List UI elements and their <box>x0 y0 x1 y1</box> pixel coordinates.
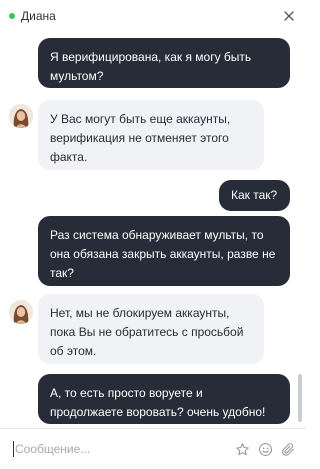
incoming-message: Нет, мы не блокируем аккаунты, пока Вы н… <box>38 294 264 364</box>
agent-avatar-icon <box>9 300 33 324</box>
message-line: У Вас могут быть еще аккаунты, <box>50 112 231 126</box>
message-line: об этом. <box>50 344 97 358</box>
message-line: продолжаете воровать? очень удобно! <box>50 405 266 419</box>
outgoing-message: А, то есть просто воруете и продолжаете … <box>38 374 290 424</box>
message-input[interactable] <box>15 442 229 456</box>
message-list[interactable]: Я верифицирована, как я могу быть мульто… <box>0 32 306 426</box>
message-line: так? <box>50 266 74 280</box>
avatar <box>9 104 33 128</box>
star-icon <box>235 442 249 455</box>
attach-button[interactable] <box>278 439 298 459</box>
message-line: она обязана закрыть аккаунты, разве не <box>50 247 276 261</box>
message-line: факта. <box>50 150 88 164</box>
online-status-dot <box>9 13 15 19</box>
message-line: пока Вы не обратитесь с просьбой <box>50 325 244 339</box>
scrollbar-thumb[interactable] <box>298 374 302 422</box>
text-cursor <box>13 441 14 457</box>
message-line: Я верифицирована, как я могу быть <box>50 50 252 64</box>
outgoing-message: Раз система обнаруживает мульты, то она … <box>38 216 290 286</box>
emoji-icon <box>258 442 272 456</box>
message-line: мультом? <box>50 69 104 83</box>
avatar <box>9 300 33 324</box>
message-line: верификация не отменяет этого <box>50 131 229 145</box>
emoji-button[interactable] <box>255 439 275 459</box>
scrollbar[interactable] <box>298 36 302 424</box>
outgoing-message: Я верифицирована, как я могу быть мульто… <box>38 38 290 88</box>
outgoing-message: Как так? <box>219 180 290 211</box>
incoming-message: У Вас могут быть еще аккаунты, верификац… <box>38 100 264 170</box>
close-button[interactable] <box>281 8 297 24</box>
favorite-button[interactable] <box>232 439 252 459</box>
agent-avatar-icon <box>9 104 33 128</box>
contact-name: Диана <box>21 9 56 23</box>
chat-header: Диана <box>0 0 306 32</box>
message-line: Нет, мы не блокируем аккаунты, <box>50 306 230 320</box>
close-icon <box>284 11 294 21</box>
message-line: Раз система обнаруживает мульты, то <box>50 228 264 242</box>
paperclip-icon <box>281 442 294 456</box>
message-line: Как так? <box>231 188 278 202</box>
message-line: А, то есть просто воруете и <box>50 386 203 400</box>
message-composer <box>0 428 306 469</box>
